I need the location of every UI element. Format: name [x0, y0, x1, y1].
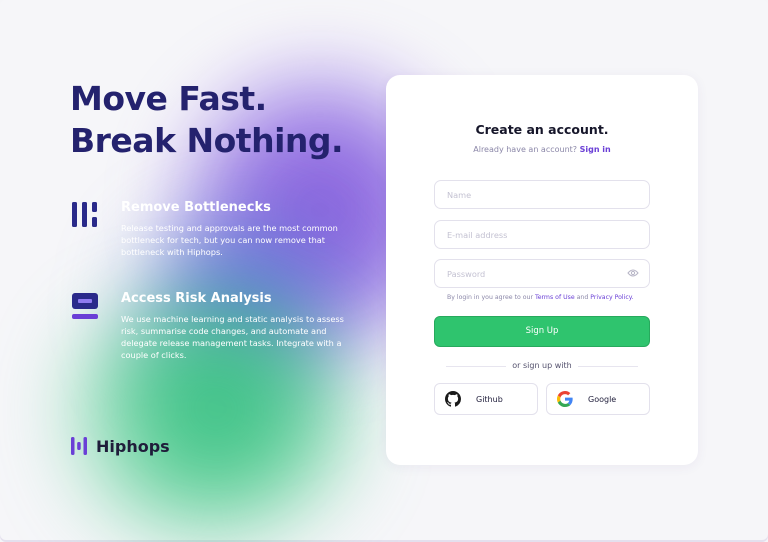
github-label: Github: [476, 394, 503, 404]
feature-description: We use machine learning and static analy…: [121, 314, 344, 360]
terms-of-use-link[interactable]: Terms of Use: [535, 294, 575, 301]
eye-icon[interactable]: [627, 268, 639, 278]
signup-card: Create an account. Already have an accou…: [386, 75, 698, 465]
privacy-policy-link[interactable]: Privacy Policy.: [590, 294, 633, 301]
terms-notice: By login in you agree to our Terms of Us…: [447, 294, 687, 301]
terms-prefix: By login in you agree to our: [447, 294, 533, 301]
risk-analysis-icon: [72, 293, 98, 319]
signin-prompt-text: Already have an account?: [473, 145, 578, 154]
terms-and: and: [576, 294, 589, 301]
signin-prompt: Already have an account? Sign in: [386, 145, 698, 154]
github-signup-button[interactable]: Github: [434, 383, 538, 415]
google-signup-button[interactable]: Google: [546, 383, 650, 415]
brand-name: Hiphops: [96, 436, 170, 456]
google-label: Google: [588, 394, 617, 404]
brand-logo[interactable]: Hiphops: [70, 436, 170, 456]
password-input[interactable]: [434, 259, 650, 288]
bottleneck-bars-icon: [72, 202, 97, 227]
form-title: Create an account.: [475, 122, 609, 137]
google-icon: [557, 391, 573, 407]
social-divider: or sign up with: [434, 361, 650, 371]
signup-button[interactable]: Sign Up: [434, 316, 650, 347]
divider-line-right: [578, 366, 638, 367]
email-input[interactable]: [434, 220, 650, 249]
feature-title: Access Risk Analysis: [121, 291, 272, 306]
github-icon: [445, 391, 461, 407]
feature-title: Remove Bottlenecks: [121, 200, 271, 215]
page-background: Move Fast. Break Nothing. Remove Bottlen…: [0, 0, 768, 542]
signin-link[interactable]: Sign in: [580, 145, 611, 154]
hero-line-1: Move Fast.: [70, 79, 267, 118]
hero-heading: Move Fast. Break Nothing.: [70, 78, 344, 162]
hero-line-2: Break Nothing.: [70, 121, 344, 160]
name-input[interactable]: [434, 180, 650, 209]
hiphops-logo-icon: [71, 437, 87, 455]
feature-description: Release testing and approvals are the mo…: [121, 223, 338, 257]
